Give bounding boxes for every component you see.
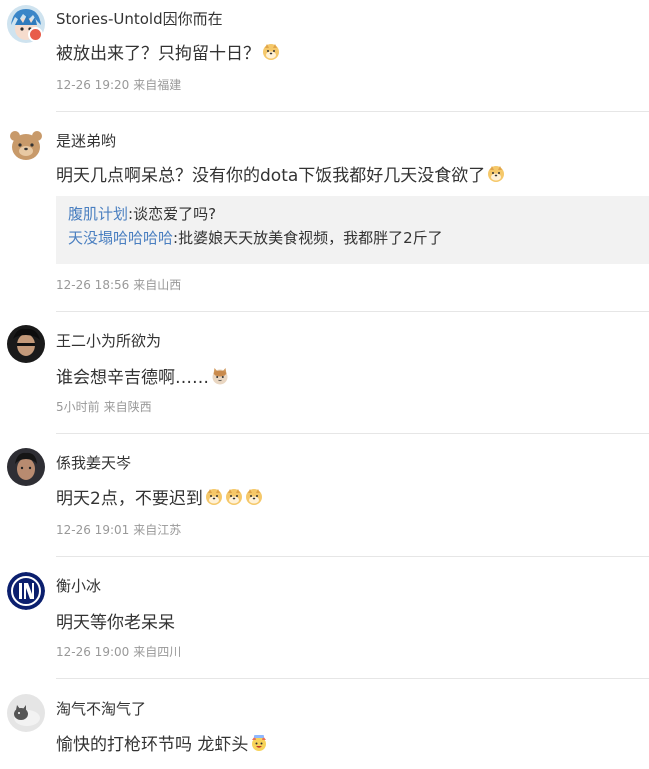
comment-time: 5小时前	[56, 400, 100, 414]
comment-meta: 12-26 19:01 来自江苏	[56, 521, 185, 538]
comment-divider	[56, 678, 649, 679]
doge-emoji-icon	[245, 489, 262, 505]
comment-username[interactable]: 淘气不淘气了	[56, 698, 146, 719]
comment-text: 明天等你老呆呆	[56, 608, 175, 633]
person-avatar-icon	[7, 325, 45, 363]
comment-location: 来自四川	[133, 645, 182, 659]
comment-text-content: 明天几点啊呆总？没有你的dota下饭我都好几天没食欲了	[56, 166, 486, 186]
comment-location: 来自江苏	[133, 523, 182, 537]
cat-avatar-icon	[7, 694, 45, 732]
comment-text: 被放出来了？只拘留十日？	[56, 39, 280, 64]
inter-logo-avatar-icon	[7, 572, 45, 610]
comment-text-content: 明天等你老呆呆	[56, 613, 175, 633]
comment-time: 12-26 19:00	[56, 645, 130, 659]
comment-text-content: 被放出来了？只拘留十日？	[56, 44, 260, 64]
comment-divider	[56, 556, 649, 557]
comment-text: 谁会想辛吉德啊……	[56, 363, 229, 388]
comment-username[interactable]: 係我姜天岑	[56, 452, 131, 473]
user-avatar[interactable]	[7, 572, 45, 610]
cat-emoji-icon	[212, 368, 228, 385]
doge-emoji-icon	[263, 44, 279, 60]
comment-time: 12-26 19:01	[56, 523, 130, 537]
comment-username[interactable]: 王二小为所欲为	[56, 330, 161, 351]
doge-emoji-icon	[225, 489, 242, 505]
comment-divider	[56, 111, 649, 112]
comment-text: 愉快的打枪环节吗 龙虾头	[56, 730, 268, 755]
comment-location: 来自福建	[133, 78, 182, 92]
comment-meta: 12-26 18:56 来自山西	[56, 276, 185, 293]
person-avatar-icon	[7, 448, 45, 486]
comment-meta: 12-26 19:00 来自四川	[56, 643, 185, 660]
comment-text: 明天2点，不要迟到	[56, 484, 263, 509]
user-avatar[interactable]	[7, 448, 45, 486]
bear-avatar-icon	[7, 125, 45, 163]
user-avatar[interactable]	[7, 125, 45, 163]
cheer-emoji-icon	[252, 735, 267, 751]
comment-username[interactable]: 衡小冰	[56, 575, 101, 596]
comment-username[interactable]: 是迷弟哟	[56, 130, 116, 151]
doge-emoji-icon	[205, 489, 222, 505]
comment-divider	[56, 433, 649, 434]
verified-badge-icon	[28, 27, 43, 42]
comment-time: 12-26 19:20	[56, 78, 130, 92]
comment-text-content: 明天2点，不要迟到	[56, 489, 203, 509]
reply-item: 天没塌哈哈哈哈:批婆娘天天放美食视频，我都胖了2斤了	[68, 226, 637, 250]
user-avatar[interactable]	[7, 325, 45, 363]
reply-text: :批婆娘天天放美食视频，我都胖了2斤了	[173, 229, 443, 247]
reply-username[interactable]: 天没塌哈哈哈哈	[68, 229, 173, 247]
doge-emoji-icon	[488, 166, 505, 182]
comment-location: 来自陕西	[103, 400, 152, 414]
reply-text: :谈恋爱了吗?	[128, 205, 217, 223]
user-avatar[interactable]	[7, 694, 45, 732]
comment-username[interactable]: Stories-Untold因你而在	[56, 8, 223, 29]
comment-meta: 5小时前 来自陕西	[56, 398, 156, 415]
comment-text: 明天几点啊呆总？没有你的dota下饭我都好几天没食欲了	[56, 161, 505, 186]
reply-box: 腹肌计划:谈恋爱了吗? 天没塌哈哈哈哈:批婆娘天天放美食视频，我都胖了2斤了	[56, 196, 649, 264]
reply-item: 腹肌计划:谈恋爱了吗?	[68, 202, 637, 226]
comment-meta: 12-26 19:20 来自福建	[56, 76, 185, 93]
reply-username[interactable]: 腹肌计划	[68, 205, 128, 223]
comment-time: 12-26 18:56	[56, 278, 130, 292]
comment-location: 来自山西	[133, 278, 182, 292]
comment-text-content: 愉快的打枪环节吗 龙虾头	[56, 735, 249, 755]
comment-text-content: 谁会想辛吉德啊……	[56, 368, 209, 388]
comment-divider	[56, 311, 649, 312]
